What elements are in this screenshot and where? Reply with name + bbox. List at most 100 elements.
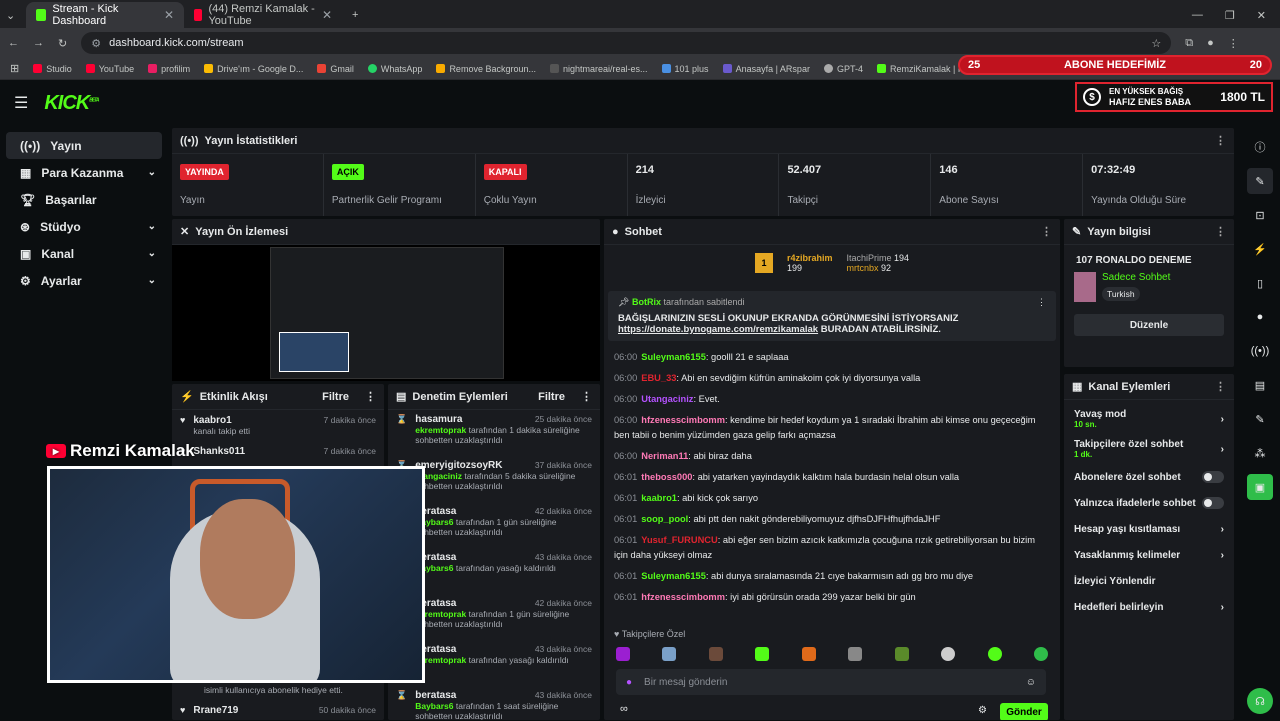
points-icon[interactable]: ∞: [620, 703, 628, 715]
channel-action-row[interactable]: Hedefleri belirleyin ›: [1064, 594, 1234, 620]
chat-bubble-icon: ●: [612, 225, 619, 238]
site-info-icon[interactable]: ⚙: [91, 37, 101, 50]
extension-icon[interactable]: ▣: [1247, 474, 1273, 500]
channel-action-row[interactable]: Yalnızca ifadelerle sohbet: [1064, 490, 1234, 516]
channel-action-row[interactable]: Yasaklanmış kelimeler ›: [1064, 542, 1234, 568]
more-options-icon[interactable]: ⋮: [581, 390, 592, 403]
chat-username[interactable]: kaabro1: [641, 493, 677, 503]
chat-username[interactable]: theboss000: [641, 472, 692, 482]
channel-action-row[interactable]: İzleyici Yönlendir: [1064, 568, 1234, 594]
chat-username[interactable]: Suleyman6155: [641, 571, 706, 581]
emote-icon[interactable]: [941, 647, 956, 661]
emote-icon[interactable]: [755, 647, 770, 661]
hamburger-menu-icon[interactable]: ☰: [14, 93, 28, 113]
sidebar-item-yayin[interactable]: ((•)) Yayın: [6, 132, 162, 159]
back-icon[interactable]: ←: [8, 37, 19, 49]
sidebar-item-ayarlar[interactable]: ⚙ Ayarlar ⌄: [6, 267, 162, 294]
apps-icon[interactable]: ⊞: [10, 62, 19, 75]
toggle-switch[interactable]: [1202, 497, 1224, 509]
bookmark-item[interactable]: YouTube: [85, 64, 134, 74]
maximize-icon[interactable]: ❐: [1225, 9, 1235, 22]
profile-icon[interactable]: ●: [1207, 37, 1214, 49]
bookmark-item[interactable]: nightmareai/real-es...: [549, 64, 648, 74]
sidebar-item-studyo[interactable]: ⊛ Stüdyo ⌄: [6, 213, 162, 240]
preview-video[interactable]: [172, 245, 600, 381]
url-input[interactable]: ⚙ dashboard.kick.com/stream ☆: [81, 32, 1172, 54]
info-icon[interactable]: ⓘ: [1247, 134, 1273, 160]
support-icon[interactable]: ☊: [1247, 688, 1273, 714]
sidebar-item-para-kazanma[interactable]: ▦ Para Kazanma ⌄: [6, 159, 162, 186]
chat-input[interactable]: ● Bir mesaj gönderin ☺: [616, 669, 1046, 695]
emote-icon[interactable]: [708, 647, 723, 661]
filter-button[interactable]: Filtre: [538, 391, 565, 403]
reload-icon[interactable]: ↻: [58, 37, 67, 50]
kick-logo[interactable]: KICKBETA: [44, 92, 99, 115]
close-window-icon[interactable]: ✕: [1257, 9, 1266, 22]
tab-youtube[interactable]: (44) Remzi Kamalak - YouTube ✕: [184, 2, 342, 28]
bookmark-item[interactable]: Gmail: [317, 64, 354, 74]
channel-action-row[interactable]: Yavaş mod 10 sn. ›: [1064, 404, 1234, 434]
emote-icon[interactable]: [801, 647, 816, 661]
tab-kick-dashboard[interactable]: Stream - Kick Dashboard ✕: [26, 2, 184, 28]
close-tab-icon[interactable]: ✕: [164, 8, 174, 22]
more-options-icon[interactable]: ⋮: [1041, 225, 1052, 238]
more-options-icon[interactable]: ⋮: [1215, 225, 1226, 238]
bookmark-item[interactable]: WhatsApp: [367, 64, 422, 74]
gear-icon[interactable]: ⚙: [978, 705, 987, 716]
more-options-icon[interactable]: ⋮: [1215, 134, 1226, 147]
lightning-icon[interactable]: ⚡: [1247, 236, 1273, 262]
emote-icon[interactable]: [616, 647, 630, 661]
emote-icon[interactable]: [987, 647, 1002, 661]
bookmark-item[interactable]: Anasayfa | ARspar: [722, 64, 810, 74]
chat-username[interactable]: hfzenesscimbomm: [641, 415, 725, 425]
filter-button[interactable]: Filtre: [322, 391, 349, 403]
chat-username[interactable]: Neriman11: [641, 451, 688, 461]
channel-action-row[interactable]: Takipçilere özel sohbet 1 dk. ›: [1064, 434, 1234, 464]
bookmark-star-icon[interactable]: ☆: [1151, 37, 1161, 50]
more-options-icon[interactable]: ⋮: [1215, 380, 1226, 393]
new-tab-button[interactable]: +: [342, 2, 368, 28]
send-button[interactable]: Gönder: [1000, 703, 1048, 720]
emote-icon[interactable]: [1033, 647, 1048, 661]
bookmark-item[interactable]: 101 plus: [661, 64, 709, 74]
more-options-icon[interactable]: ⋮: [1037, 297, 1046, 308]
emote-icon[interactable]: [848, 647, 863, 661]
target-icon[interactable]: ⊡: [1247, 202, 1273, 228]
broadcast-icon[interactable]: ((•)): [1247, 338, 1273, 364]
note-icon[interactable]: ▯: [1247, 270, 1273, 296]
emoji-icon[interactable]: ☺: [1026, 677, 1036, 688]
menu-icon[interactable]: ⋮: [1228, 37, 1239, 50]
bookmark-item[interactable]: GPT-4: [823, 64, 863, 74]
wrench-icon[interactable]: ✎: [1247, 406, 1273, 432]
chat-username[interactable]: soop_pool: [641, 514, 688, 524]
sidebar-item-kanal[interactable]: ▣ Kanal ⌄: [6, 240, 162, 267]
close-tab-icon[interactable]: ✕: [322, 8, 332, 22]
more-options-icon[interactable]: ⋮: [365, 390, 376, 403]
minimize-icon[interactable]: —: [1192, 9, 1203, 22]
emote-icon[interactable]: [662, 647, 677, 661]
channel-action-row[interactable]: Abonelere özel sohbet: [1064, 464, 1234, 490]
tab-search-button[interactable]: ⌄: [0, 2, 26, 28]
nodes-icon[interactable]: ⁂: [1247, 440, 1273, 466]
forward-icon[interactable]: →: [33, 37, 44, 49]
chat-username[interactable]: hfzenesscimbomm: [641, 592, 725, 602]
extensions-icon[interactable]: ⧉: [1185, 37, 1193, 50]
bookmark-item[interactable]: Studio: [33, 64, 72, 74]
chat-username[interactable]: Yusuf_FURUNCU: [641, 535, 717, 545]
sidebar-item-basarilar[interactable]: 🏆︎ Başarılar: [6, 186, 162, 213]
chat-username[interactable]: Utangaciniz: [641, 394, 693, 404]
chat-username[interactable]: Suleyman6155: [641, 352, 706, 362]
channel-action-row[interactable]: Hesap yaşı kısıtlaması ›: [1064, 516, 1234, 542]
pencil-icon[interactable]: ✎: [1247, 168, 1273, 194]
donation-link[interactable]: https://donate.bynogame.com/remzikamalak: [618, 324, 818, 335]
edit-button[interactable]: Düzenle: [1074, 314, 1224, 336]
bookmark-item[interactable]: Remove Backgroun...: [436, 64, 536, 74]
layers-icon[interactable]: ▤: [1247, 372, 1273, 398]
chat-bubble-icon[interactable]: ●: [1247, 304, 1273, 330]
toggle-switch[interactable]: [1202, 471, 1224, 483]
emote-icon[interactable]: [894, 647, 909, 661]
bookmark-item[interactable]: profilim: [148, 64, 190, 74]
bookmark-item[interactable]: Drive'ım - Google D...: [204, 64, 303, 74]
microphone-icon[interactable]: ●: [626, 677, 632, 688]
chat-username[interactable]: EBU_33: [641, 373, 676, 383]
